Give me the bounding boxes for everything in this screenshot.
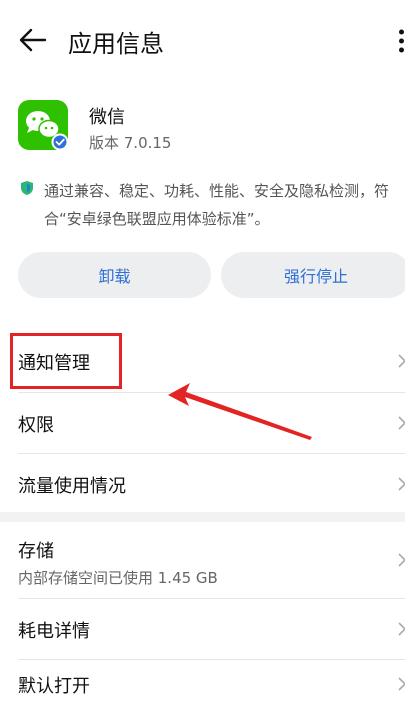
annotation-arrow [168,383,312,440]
